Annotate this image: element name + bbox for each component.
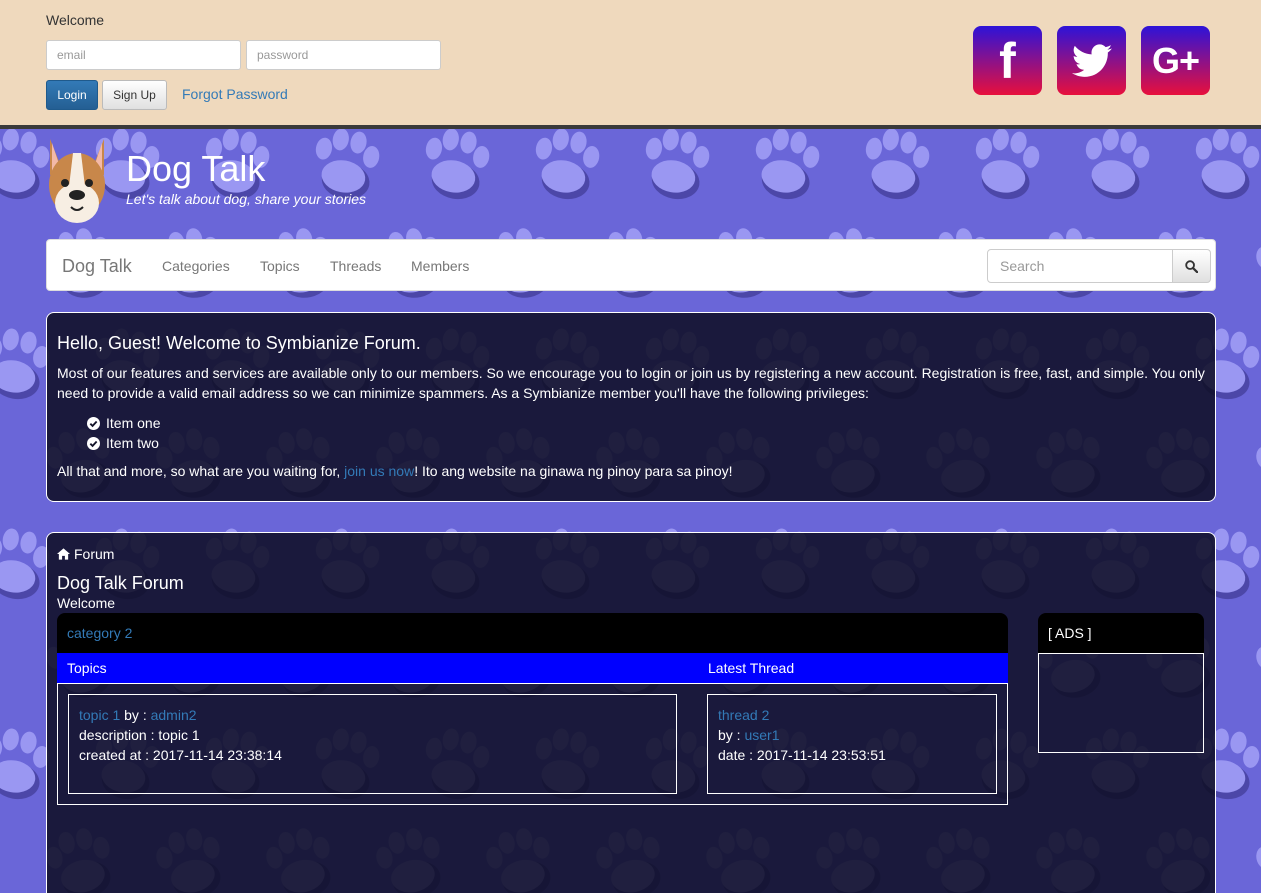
topic-description: description : topic 1 [79, 727, 200, 743]
paw-print [755, 129, 820, 200]
paw-print [1256, 846, 1261, 869]
category-link[interactable]: category 2 [67, 625, 132, 641]
category-column-header: Topics Latest Thread [57, 653, 1008, 683]
check-circle-icon [87, 416, 100, 430]
thread-link[interactable]: thread 2 [718, 707, 769, 723]
forum-subtitle: Welcome [57, 595, 116, 611]
paw-print [865, 129, 930, 200]
check-circle-icon [87, 436, 100, 450]
forum-panel: Forum Dog Talk Forum Welcome category 2 … [46, 532, 1216, 893]
breadcrumb-forum[interactable]: Forum [74, 546, 114, 562]
search-button[interactable] [1172, 249, 1211, 283]
list-item-label: Item one [106, 415, 161, 431]
topic-by-label: by : [120, 707, 151, 723]
paw-print [425, 129, 490, 200]
topic-link[interactable]: topic 1 [79, 707, 120, 723]
paw-print [1256, 246, 1261, 269]
twitter-icon [1071, 43, 1112, 77]
welcome-outro: All that and more, so what are you waiti… [57, 463, 733, 479]
password-input[interactable] [246, 40, 441, 70]
google-plus-button[interactable]: G+ [1141, 26, 1210, 95]
facebook-button[interactable]: f [973, 26, 1042, 95]
outro-text-before: All that and more, so what are you waiti… [57, 463, 345, 479]
search-icon [1185, 259, 1198, 273]
paw-print [1195, 129, 1260, 200]
list-item: Item two [87, 433, 160, 453]
latest-thread-card: thread 2 by : user1 date : 2017-11-14 23… [707, 694, 997, 794]
nav-topics[interactable]: Topics [260, 258, 300, 274]
paw-print [535, 129, 600, 200]
breadcrumb: Forum [57, 546, 114, 562]
google-plus-icon: G+ [1151, 39, 1200, 81]
signup-button[interactable]: Sign Up [102, 80, 167, 110]
paw-print [1085, 129, 1150, 200]
forum-title: Dog Talk Forum [57, 573, 184, 593]
login-button[interactable]: Login [46, 80, 98, 110]
join-us-link[interactable]: join us now [344, 463, 414, 479]
thread-date: date : 2017-11-14 23:53:51 [718, 747, 886, 763]
welcome-intro: Most of our features and services are av… [57, 365, 1205, 401]
privileges-list: Item one Item two [87, 413, 160, 453]
paw-print [1256, 446, 1261, 469]
ads-label: [ ADS ] [1048, 625, 1092, 641]
paw-print [975, 129, 1040, 200]
twitter-button[interactable] [1057, 26, 1126, 95]
list-item: Item one [87, 413, 160, 433]
site-tagline: Let's talk about dog, share your stories [126, 191, 367, 207]
search-input[interactable] [987, 249, 1173, 283]
welcome-text: Welcome [46, 12, 105, 28]
nav-threads[interactable]: Threads [330, 258, 381, 274]
top-bar: Welcome Login Sign Up Forgot Password f … [0, 0, 1261, 125]
welcome-panel: Hello, Guest! Welcome to Symbianize Foru… [46, 312, 1216, 502]
welcome-heading: Hello, Guest! Welcome to Symbianize Foru… [57, 333, 421, 353]
site-title: Dog Talk [126, 148, 266, 189]
paw-print [1256, 646, 1261, 669]
thread-by-label: by : [718, 727, 745, 743]
main-navbar: Dog Talk Categories Topics Threads Membe… [46, 239, 1216, 291]
thread-author-link[interactable]: user1 [744, 727, 779, 743]
topic-card: topic 1 by : admin2 description : topic … [68, 694, 677, 794]
column-latest-thread: Latest Thread [708, 660, 795, 676]
email-input[interactable] [46, 40, 241, 70]
forgot-password-link[interactable]: Forgot Password [182, 86, 288, 102]
topic-author-link[interactable]: admin2 [151, 707, 197, 723]
dog-logo-icon [49, 139, 105, 223]
column-topics: Topics [67, 660, 107, 676]
list-item-label: Item two [106, 435, 159, 451]
nav-categories[interactable]: Categories [162, 258, 230, 274]
ads-box: [ ADS ] [1038, 613, 1204, 753]
topic-created-at: created at : 2017-11-14 23:38:14 [79, 747, 282, 763]
outro-text-after: ! Ito ang website na ginawa ng pinoy par… [414, 463, 733, 479]
home-icon [57, 548, 70, 560]
nav-members[interactable]: Members [411, 258, 469, 274]
category-header: category 2 [57, 613, 1008, 653]
ads-header: [ ADS ] [1038, 613, 1204, 653]
ads-content [1038, 653, 1204, 753]
navbar-brand[interactable]: Dog Talk [62, 256, 132, 277]
category-body: topic 1 by : admin2 description : topic … [57, 683, 1008, 805]
paw-print [645, 129, 710, 200]
facebook-icon: f [999, 32, 1016, 89]
